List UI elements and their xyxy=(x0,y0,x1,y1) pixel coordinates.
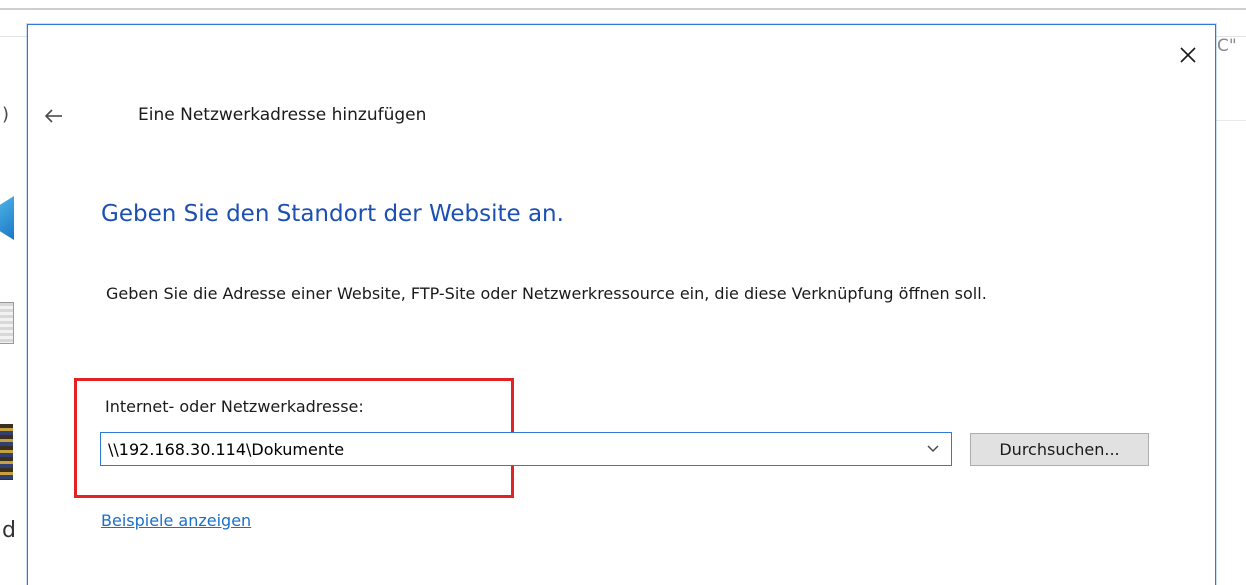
add-network-location-dialog: Eine Netzwerkadresse hinzufügen Geben Si… xyxy=(27,24,1216,585)
close-icon xyxy=(1180,47,1196,63)
address-combobox[interactable] xyxy=(100,432,952,466)
address-dropdown-button[interactable] xyxy=(915,433,951,465)
back-button[interactable] xyxy=(36,101,72,131)
close-button[interactable] xyxy=(1168,39,1208,71)
page-heading: Geben Sie den Standort der Website an. xyxy=(101,201,564,227)
background-toolbar-line xyxy=(0,8,1246,10)
back-arrow-icon xyxy=(44,109,62,123)
background-partial-text: ) xyxy=(2,104,10,125)
background-partial-text: d xyxy=(2,518,16,543)
background-partial-text: C" xyxy=(1217,36,1237,56)
background-app-icon xyxy=(0,196,14,240)
address-input[interactable] xyxy=(101,433,911,465)
chevron-down-icon xyxy=(927,445,939,453)
background-separator xyxy=(0,36,27,37)
background-image-icon xyxy=(0,424,13,480)
dialog-title: Eine Netzwerkadresse hinzufügen xyxy=(138,105,427,125)
show-examples-link[interactable]: Beispiele anzeigen xyxy=(101,511,251,530)
background-document-icon xyxy=(0,302,14,344)
address-field-label: Internet- oder Netzwerkadresse: xyxy=(105,397,364,416)
background-separator xyxy=(1214,120,1246,121)
browse-button[interactable]: Durchsuchen... xyxy=(970,433,1149,466)
instructions-text: Geben Sie die Adresse einer Website, FTP… xyxy=(106,284,987,303)
